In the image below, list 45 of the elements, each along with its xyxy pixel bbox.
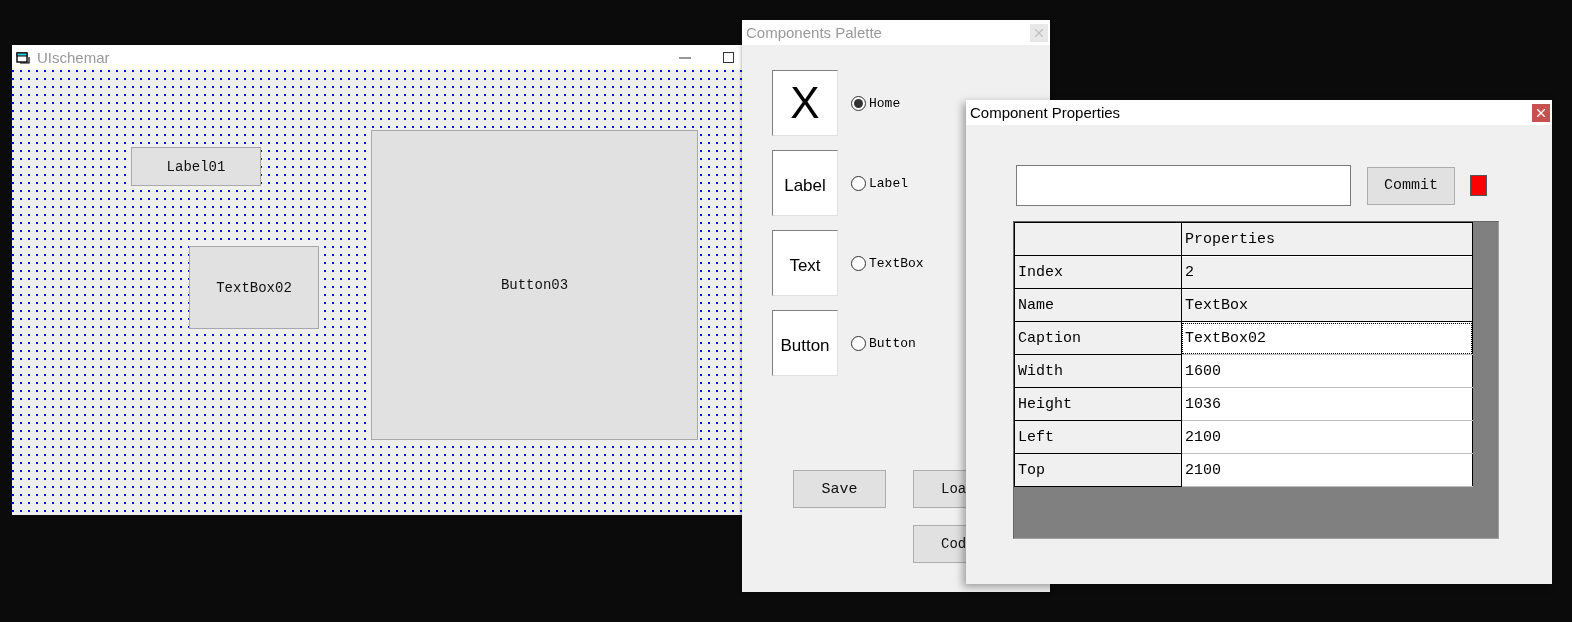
radio-button[interactable] — [851, 335, 866, 351]
value-cell[interactable]: TextBox — [1182, 289, 1472, 321]
palette-button[interactable]: Cod — [913, 525, 966, 563]
component-icon[interactable]: Button — [772, 310, 838, 376]
commit-button[interactable]: Commit — [1367, 166, 1455, 205]
radio-button[interactable] — [851, 255, 866, 271]
row-header: Height — [1014, 387, 1182, 421]
row-header: Left — [1014, 420, 1182, 454]
radio-button[interactable] — [851, 175, 866, 191]
window-title: Components Palette — [746, 24, 882, 41]
palette-button[interactable]: Save — [793, 470, 886, 508]
minimize-icon[interactable] — [679, 56, 691, 59]
status-indicator — [1470, 175, 1487, 196]
radio-label: Button — [869, 335, 916, 351]
radio-label: Home — [869, 95, 901, 111]
close-button[interactable] — [1532, 103, 1550, 122]
component-icon[interactable]: Label — [772, 150, 838, 216]
maximize-icon[interactable] — [723, 52, 734, 63]
column-header: Properties — [1181, 222, 1473, 256]
radio-option[interactable]: Label — [851, 175, 908, 191]
form-control[interactable]: TextBox02 — [189, 246, 319, 329]
radio-option[interactable]: Button — [851, 335, 916, 351]
row-header: Caption — [1014, 321, 1182, 355]
radio-label: TextBox — [869, 255, 924, 271]
component-icon[interactable]: X — [772, 70, 838, 136]
palette-button[interactable]: Loa — [913, 470, 966, 508]
input-field[interactable] — [1016, 165, 1351, 206]
form-control[interactable]: Label01 — [131, 147, 261, 186]
window-icon — [16, 50, 31, 65]
radio-option[interactable]: TextBox — [851, 255, 924, 271]
window-title: Component Properties — [970, 104, 1121, 121]
radio-label: Label — [869, 175, 908, 191]
value-cell[interactable]: 2 — [1182, 256, 1472, 288]
component-icon[interactable]: Text — [772, 230, 838, 296]
radio-button[interactable] — [851, 95, 866, 111]
row-header: Index — [1014, 255, 1182, 289]
radio-option[interactable]: Home — [851, 95, 901, 111]
close-icon — [1537, 108, 1545, 117]
value-cell[interactable]: TextBox02 — [1182, 322, 1472, 354]
row-header: Name — [1014, 288, 1182, 322]
close-icon — [1035, 28, 1043, 37]
row-header: Width — [1014, 354, 1182, 388]
form-control[interactable]: Button03 — [371, 130, 698, 440]
row-header: Top — [1014, 453, 1182, 487]
window-title: UIschemar — [37, 49, 110, 66]
